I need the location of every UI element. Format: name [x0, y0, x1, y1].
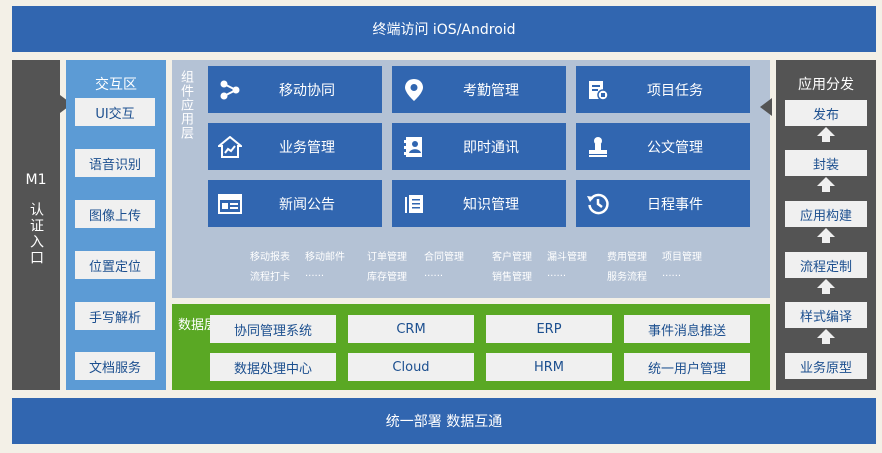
tile-business[interactable]: 业务管理 — [208, 123, 382, 170]
data-item[interactable]: 数据处理中心 — [210, 353, 336, 381]
distribution-item[interactable]: 流程定制 — [785, 252, 867, 278]
data-layer: 数据层 协同管理系统 CRM ERP 事件消息推送 数据处理中心 Cloud H… — [172, 304, 770, 390]
tile-attendance[interactable]: 考勤管理 — [392, 66, 566, 113]
tag: ...... — [662, 268, 682, 279]
tile-mobile-collab[interactable]: 移动协同 — [208, 66, 382, 113]
tile-project-task[interactable]: 项目任务 — [576, 66, 750, 113]
bottom-band: 统一部署 数据互通 — [12, 398, 876, 444]
distribution-column: 应用分发 发布 封装 应用构建 流程定制 样式编译 业务原型 — [776, 60, 876, 390]
arrow-up-icon — [817, 228, 835, 243]
tag: ...... — [547, 268, 567, 279]
m1-column: M1 认证入口 — [12, 60, 60, 390]
interaction-column: 交互区 UI交互 语音识别 图像上传 位置定位 手写解析 文档服务 — [66, 60, 166, 390]
tile-label: 新闻公告 — [279, 196, 335, 213]
contact-card-icon — [402, 135, 426, 159]
tile-knowledge[interactable]: 知识管理 — [392, 180, 566, 227]
distribution-title: 应用分发 — [798, 77, 854, 93]
share-icon — [218, 78, 242, 102]
history-icon — [586, 192, 610, 216]
tile-label: 业务管理 — [279, 139, 335, 156]
interaction-item[interactable]: UI交互 — [75, 98, 155, 126]
tile-document-mgmt[interactable]: 公文管理 — [576, 123, 750, 170]
interaction-item[interactable]: 图像上传 — [75, 200, 155, 228]
distribution-item[interactable]: 封装 — [785, 150, 867, 176]
tile-news[interactable]: 新闻公告 — [208, 180, 382, 227]
home-chart-icon — [218, 135, 242, 159]
data-item[interactable]: HRM — [486, 353, 612, 381]
tag: 销售管理 — [492, 272, 532, 283]
interaction-item[interactable]: 位置定位 — [75, 251, 155, 279]
data-item[interactable]: Cloud — [348, 353, 474, 381]
component-layer-title: 组件应用层 — [178, 70, 193, 140]
tile-label: 项目任务 — [647, 82, 703, 99]
tile-label: 考勤管理 — [463, 82, 519, 99]
stamp-icon — [586, 135, 610, 159]
tag: 项目管理 — [662, 252, 702, 263]
tag: 费用管理 — [607, 252, 647, 263]
tile-label: 即时通讯 — [463, 139, 519, 156]
interaction-item[interactable]: 文档服务 — [75, 352, 155, 380]
tile-label: 公文管理 — [647, 139, 703, 156]
tile-schedule[interactable]: 日程事件 — [576, 180, 750, 227]
tile-label: 知识管理 — [463, 196, 519, 213]
tag: 移动报表 — [250, 252, 290, 263]
distribution-item[interactable]: 业务原型 — [785, 353, 867, 379]
tag: 服务流程 — [607, 272, 647, 283]
tag: ...... — [424, 268, 444, 279]
m1-title: M1 — [25, 172, 47, 188]
top-band-label: 终端访问 iOS/Android — [372, 22, 516, 38]
tag: 订单管理 — [367, 252, 407, 263]
arrow-up-icon — [817, 177, 835, 192]
tag: 移动邮件 — [305, 252, 345, 263]
bottom-band-label: 统一部署 数据互通 — [385, 414, 503, 430]
distribution-pointer — [760, 98, 772, 116]
interaction-title: 交互区 — [95, 77, 137, 93]
tile-label: 日程事件 — [647, 196, 703, 213]
data-item[interactable]: 事件消息推送 — [624, 315, 750, 343]
distribution-item[interactable]: 应用构建 — [785, 201, 867, 227]
component-layer: 组件应用层 移动协同 考勤管理 项目任务 业务管理 即时通讯 公文管理 新闻公告… — [172, 60, 770, 298]
document-icon — [586, 78, 610, 102]
data-item[interactable]: CRM — [348, 315, 474, 343]
book-icon — [402, 192, 426, 216]
data-layer-title: 数据层 — [178, 318, 212, 333]
arrow-up-icon — [817, 279, 835, 294]
arrow-up-icon — [817, 127, 835, 142]
distribution-item[interactable]: 发布 — [785, 100, 867, 126]
distribution-item[interactable]: 样式编译 — [785, 302, 867, 328]
data-item[interactable]: ERP — [486, 315, 612, 343]
tag: 客户管理 — [492, 252, 532, 263]
arrow-up-icon — [817, 329, 835, 344]
location-pin-icon — [402, 78, 426, 102]
interaction-item[interactable]: 手写解析 — [75, 302, 155, 330]
tag: 漏斗管理 — [547, 252, 587, 263]
data-item[interactable]: 协同管理系统 — [210, 315, 336, 343]
tag: 合同管理 — [424, 252, 464, 263]
tag: 库存管理 — [367, 272, 407, 283]
interaction-item[interactable]: 语音识别 — [75, 149, 155, 177]
top-band: 终端访问 iOS/Android — [12, 6, 876, 52]
tag: 流程打卡 — [250, 272, 290, 283]
news-icon — [218, 192, 242, 216]
m1-label: 认证入口 — [28, 202, 44, 266]
tile-im[interactable]: 即时通讯 — [392, 123, 566, 170]
data-item[interactable]: 统一用户管理 — [624, 353, 750, 381]
tile-label: 移动协同 — [279, 82, 335, 99]
tag: ...... — [305, 268, 325, 279]
